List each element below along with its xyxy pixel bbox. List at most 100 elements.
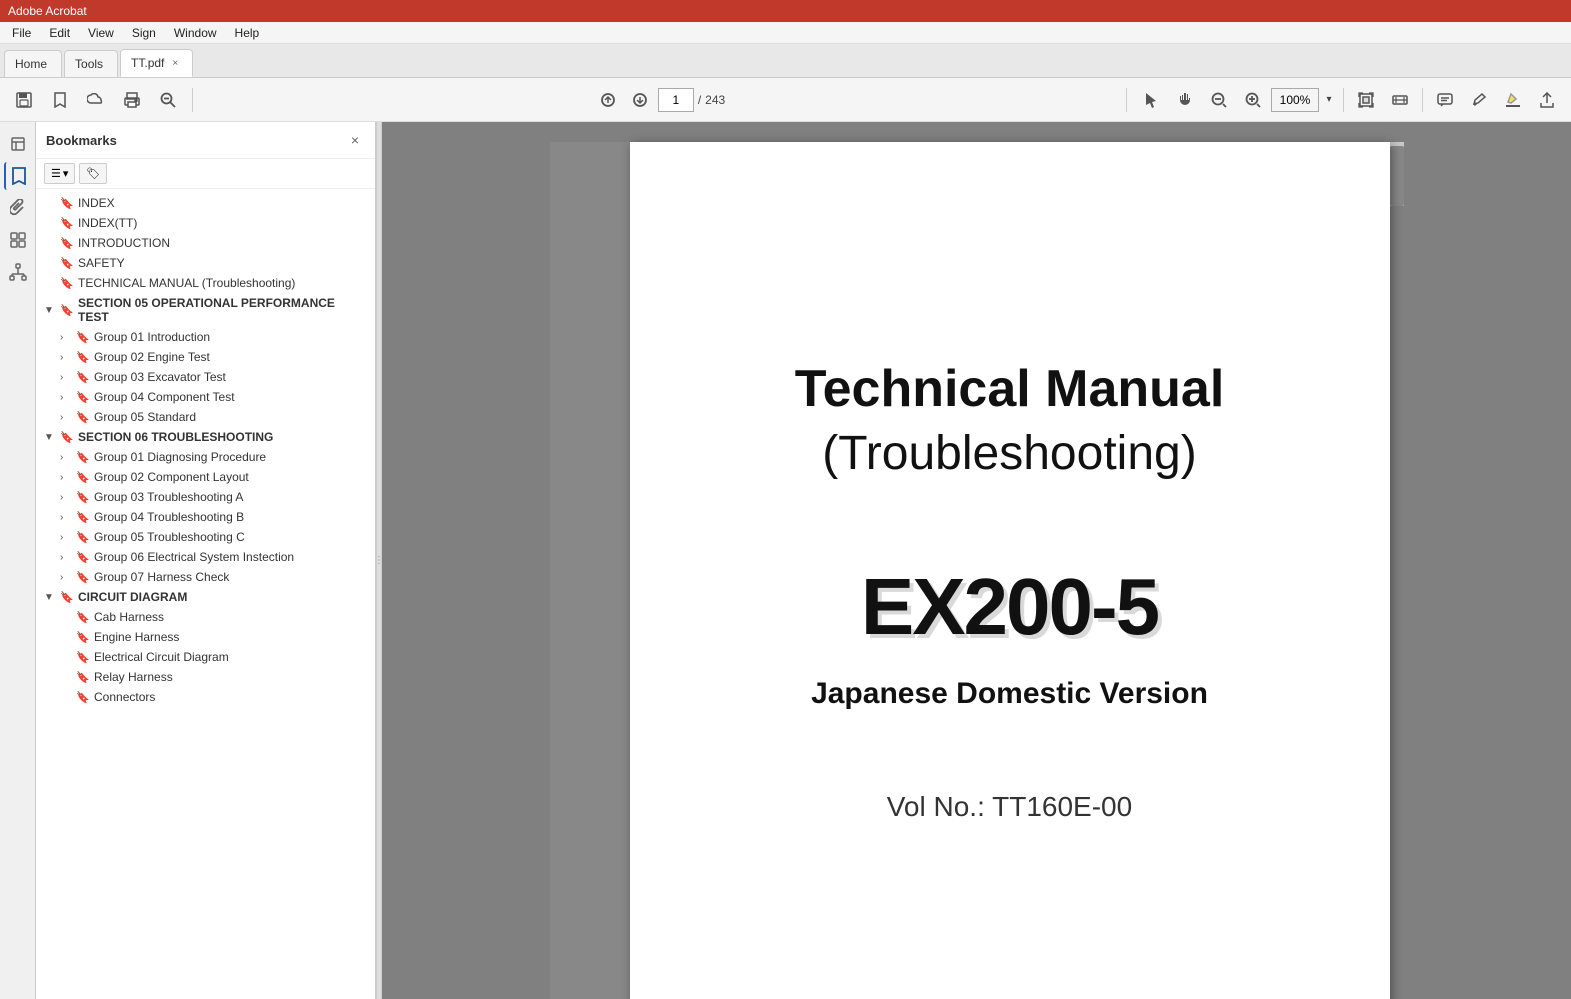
zoom-level-display[interactable]: 100%: [1271, 88, 1319, 112]
bookmark-group-01-intro-label: Group 01 Introduction: [94, 330, 210, 344]
bookmark-flag-icon: 🔖: [76, 671, 90, 684]
bookmark-index-tt-label: INDEX(TT): [78, 216, 137, 230]
bookmark-group-04-troub-b[interactable]: › 🔖 Group 04 Troubleshooting B: [36, 507, 375, 527]
tab-home[interactable]: Home: [4, 50, 62, 77]
bookmark-flag-icon: 🔖: [76, 351, 90, 364]
zoom-search-button[interactable]: [152, 84, 184, 116]
bookmarks-options-button[interactable]: ☰ ▾: [44, 163, 75, 184]
bookmark-cab-harness-label: Cab Harness: [94, 610, 164, 624]
fit-width-button[interactable]: [1384, 84, 1416, 116]
group-03-expand-icon[interactable]: ›: [60, 372, 72, 383]
group-06-expand-icon[interactable]: ›: [60, 552, 72, 563]
bookmark-group-06-electrical[interactable]: › 🔖 Group 06 Electrical System Instectio…: [36, 547, 375, 567]
menu-edit[interactable]: Edit: [41, 24, 78, 42]
group-03-troub-a-expand-icon[interactable]: ›: [60, 492, 72, 503]
menu-help[interactable]: Help: [227, 24, 268, 42]
pencil-button[interactable]: [1463, 84, 1495, 116]
bookmark-flag-icon: 🔖: [76, 551, 90, 564]
tab-pdf[interactable]: TT.pdf ×: [120, 49, 193, 77]
bookmark-group-02-engine[interactable]: › 🔖 Group 02 Engine Test: [36, 347, 375, 367]
section-06-expand-icon[interactable]: ▼: [44, 432, 56, 443]
bookmark-electrical-circuit[interactable]: 🔖 Electrical Circuit Diagram: [36, 647, 375, 667]
group-01-expand-icon[interactable]: ›: [60, 332, 72, 343]
bookmark-flag-icon: 🔖: [76, 651, 90, 664]
menu-view[interactable]: View: [80, 24, 122, 42]
group-01-diag-expand-icon[interactable]: ›: [60, 452, 72, 463]
zoom-control: 100% ▾: [1271, 84, 1337, 116]
group-04-troub-b-expand-icon[interactable]: ›: [60, 512, 72, 523]
bookmark-group-04-troub-b-label: Group 04 Troubleshooting B: [94, 510, 244, 524]
section-05-expand-icon[interactable]: ▼: [44, 305, 56, 316]
menu-file[interactable]: File: [4, 24, 39, 42]
comment-button[interactable]: [1429, 84, 1461, 116]
bookmark-group-07-harness[interactable]: › 🔖 Group 07 Harness Check: [36, 567, 375, 587]
fit-page-button[interactable]: [1350, 84, 1382, 116]
bookmark-flag-icon: 🔖: [76, 511, 90, 524]
pdf-scrollbar[interactable]: [1390, 142, 1404, 206]
bookmark-tech-manual[interactable]: 🔖 TECHNICAL MANUAL (Troubleshooting): [36, 273, 375, 293]
structure-panel-icon[interactable]: [4, 258, 32, 286]
prev-page-button[interactable]: [594, 86, 622, 114]
bookmark-connectors[interactable]: 🔖 Connectors: [36, 687, 375, 707]
bookmark-cab-harness[interactable]: 🔖 Cab Harness: [36, 607, 375, 627]
layers-icon[interactable]: [4, 130, 32, 158]
next-page-button[interactable]: [626, 86, 654, 114]
print-button[interactable]: [116, 84, 148, 116]
page-number-input[interactable]: 1: [658, 88, 694, 112]
bookmark-flag-icon: 🔖: [76, 411, 90, 424]
bookmarks-panel: Bookmarks × ☰ ▾ 🏷 🔖 INDEX 🔖 INDEX: [36, 122, 376, 999]
bookmarks-tag-button[interactable]: 🏷: [79, 163, 107, 184]
group-05-troub-c-expand-icon[interactable]: ›: [60, 532, 72, 543]
bookmark-panel-icon[interactable]: [4, 162, 32, 190]
bookmark-safety[interactable]: 🔖 SAFETY: [36, 253, 375, 273]
bookmark-group-05-standard[interactable]: › 🔖 Group 05 Standard: [36, 407, 375, 427]
bookmark-index[interactable]: 🔖 INDEX: [36, 193, 375, 213]
bookmark-circuit-diagram[interactable]: ▼ 🔖 CIRCUIT DIAGRAM: [36, 587, 375, 607]
bookmark-button[interactable]: [44, 84, 76, 116]
group-07-expand-icon[interactable]: ›: [60, 572, 72, 583]
bookmark-relay-harness[interactable]: 🔖 Relay Harness: [36, 667, 375, 687]
group-02-expand-icon[interactable]: ›: [60, 352, 72, 363]
tab-tools[interactable]: Tools: [64, 50, 118, 77]
zoom-in-button[interactable]: [1237, 84, 1269, 116]
bookmark-group-02-layout[interactable]: › 🔖 Group 02 Component Layout: [36, 467, 375, 487]
menu-window[interactable]: Window: [166, 24, 225, 42]
circuit-diagram-expand-icon[interactable]: ▼: [44, 592, 56, 603]
content-panel-icon[interactable]: [4, 226, 32, 254]
share-button[interactable]: [1531, 84, 1563, 116]
zoom-dropdown-button[interactable]: ▾: [1321, 84, 1337, 116]
group-02-layout-expand-icon[interactable]: ›: [60, 472, 72, 483]
tab-home-label: Home: [15, 57, 47, 71]
bookmark-flag-icon: 🔖: [76, 631, 90, 644]
bookmark-introduction[interactable]: 🔖 INTRODUCTION: [36, 233, 375, 253]
tab-close-icon[interactable]: ×: [172, 58, 178, 69]
highlight-button[interactable]: [1497, 84, 1529, 116]
bookmark-group-01-diag[interactable]: › 🔖 Group 01 Diagnosing Procedure: [36, 447, 375, 467]
attachment-panel-icon[interactable]: [4, 194, 32, 222]
bookmarks-close-button[interactable]: ×: [345, 130, 365, 150]
cursor-tool-button[interactable]: [1135, 84, 1167, 116]
menu-sign[interactable]: Sign: [124, 24, 164, 42]
group-04-expand-icon[interactable]: ›: [60, 392, 72, 403]
pdf-area[interactable]: Technical Manual (Troubleshooting) EX200…: [382, 122, 1571, 999]
save-button[interactable]: [8, 84, 40, 116]
pdf-scrollbar-thumb[interactable]: [1390, 146, 1404, 206]
group-05-expand-icon[interactable]: ›: [60, 412, 72, 423]
bookmark-group-04-component[interactable]: › 🔖 Group 04 Component Test: [36, 387, 375, 407]
bookmark-group-05-troub-c[interactable]: › 🔖 Group 05 Troubleshooting C: [36, 527, 375, 547]
bookmark-section-05[interactable]: ▼ 🔖 SECTION 05 OPERATIONAL PERFORMANCE T…: [36, 293, 375, 327]
bookmark-group-01-intro[interactable]: › 🔖 Group 01 Introduction: [36, 327, 375, 347]
tab-tools-label: Tools: [75, 57, 103, 71]
bookmark-group-03-excavator[interactable]: › 🔖 Group 03 Excavator Test: [36, 367, 375, 387]
bookmark-flag-icon: 🔖: [76, 331, 90, 344]
hand-tool-button[interactable]: [1169, 84, 1201, 116]
cloud-button[interactable]: [80, 84, 112, 116]
bookmarks-list[interactable]: 🔖 INDEX 🔖 INDEX(TT) 🔖 INTRODUCTION 🔖 SAF…: [36, 189, 375, 999]
bookmark-index-tt[interactable]: 🔖 INDEX(TT): [36, 213, 375, 233]
bookmarks-header: Bookmarks ×: [36, 122, 375, 159]
pdf-main-title: Technical Manual: [795, 361, 1225, 418]
bookmark-engine-harness[interactable]: 🔖 Engine Harness: [36, 627, 375, 647]
bookmark-group-03-troub-a[interactable]: › 🔖 Group 03 Troubleshooting A: [36, 487, 375, 507]
bookmark-section-06[interactable]: ▼ 🔖 SECTION 06 TROUBLESHOOTING: [36, 427, 375, 447]
zoom-out-button[interactable]: [1203, 84, 1235, 116]
